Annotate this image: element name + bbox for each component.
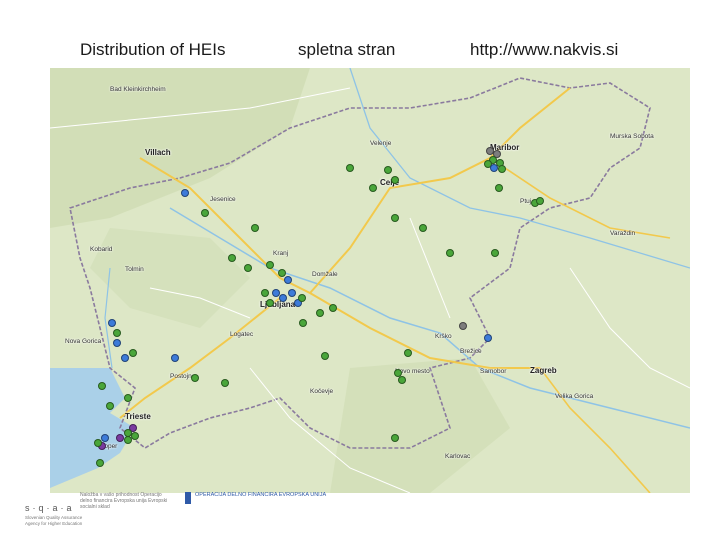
place-label: Kobarid (90, 246, 113, 253)
place-label: Velenje (370, 140, 392, 147)
place-label: Villach (145, 148, 171, 157)
place-label: Nova Gorica (65, 338, 102, 345)
hei-marker-green[interactable] (129, 349, 137, 357)
hei-marker-green[interactable] (498, 165, 506, 173)
hei-marker-green[interactable] (94, 439, 102, 447)
place-label: Kočevje (310, 388, 334, 395)
hei-marker-gray[interactable] (459, 322, 467, 330)
map-background (50, 68, 690, 493)
hei-marker-green[interactable] (124, 436, 132, 444)
hei-marker-green[interactable] (261, 289, 269, 297)
hei-marker-green[interactable] (201, 209, 209, 217)
place-label: Ptuj (520, 198, 532, 205)
place-label: Velika Gorica (555, 393, 594, 400)
hei-marker-blue[interactable] (101, 434, 109, 442)
place-label: Trieste (125, 412, 151, 421)
hei-marker-blue[interactable] (284, 276, 292, 284)
sqaa-logo-subtitle: Slovenian Quality Assurance Agency for H… (25, 515, 83, 526)
eu-flag-icon (185, 492, 191, 504)
place-label: Karlovac (445, 453, 471, 460)
esf-logo-text: Naložba v vašo prihodnost Operacijo deln… (80, 492, 168, 510)
hei-marker-green[interactable] (536, 197, 544, 205)
hei-marker-green[interactable] (266, 299, 274, 307)
hei-marker-green[interactable] (124, 394, 132, 402)
place-label: Varaždin (610, 230, 636, 237)
eu-funding-text: OPERACIJA DELNO FINANCIRA EVROPSKA UNIJA (195, 492, 327, 498)
hei-marker-green[interactable] (316, 309, 324, 317)
hei-marker-blue[interactable] (279, 294, 287, 302)
hei-marker-green[interactable] (98, 382, 106, 390)
hei-marker-green[interactable] (398, 376, 406, 384)
hei-marker-green[interactable] (266, 261, 274, 269)
hei-marker-blue[interactable] (272, 289, 280, 297)
hei-marker-blue[interactable] (113, 339, 121, 347)
place-label: Murska Sobota (610, 133, 654, 140)
place-label: Kranj (273, 250, 289, 257)
place-label: Krško (435, 333, 452, 340)
hei-marker-green[interactable] (404, 349, 412, 357)
hei-marker-blue[interactable] (108, 319, 116, 327)
hei-marker-blue[interactable] (288, 289, 296, 297)
place-label: Logatec (230, 331, 254, 338)
hei-marker-green[interactable] (346, 164, 354, 172)
hei-marker-green[interactable] (491, 249, 499, 257)
hei-marker-blue[interactable] (490, 164, 498, 172)
sqaa-logo: s·q·a·a (25, 503, 75, 513)
hei-marker-blue[interactable] (181, 189, 189, 197)
hei-marker-green[interactable] (113, 329, 121, 337)
hei-marker-green[interactable] (96, 459, 104, 467)
hei-marker-green[interactable] (384, 166, 392, 174)
place-label: Samobor (480, 368, 507, 375)
hei-marker-green[interactable] (244, 264, 252, 272)
heis-title: Distribution of HEIs (80, 40, 226, 59)
place-label: Jesenice (210, 196, 236, 203)
hei-marker-blue[interactable] (171, 354, 179, 362)
hei-marker-green[interactable] (329, 304, 337, 312)
hei-marker-green[interactable] (321, 352, 329, 360)
website-url[interactable]: http://www.nakvis.si (470, 40, 618, 60)
place-label: Tolmin (125, 266, 144, 273)
hei-marker-green[interactable] (419, 224, 427, 232)
place-label: Bad Kleinkirchheim (110, 86, 166, 93)
eu-funding-logo: OPERACIJA DELNO FINANCIRA EVROPSKA UNIJA (185, 492, 326, 512)
hei-marker-green[interactable] (391, 214, 399, 222)
place-label: Zagreb (530, 366, 557, 375)
hei-marker-green[interactable] (391, 176, 399, 184)
hei-marker-green[interactable] (251, 224, 259, 232)
hei-marker-green[interactable] (369, 184, 377, 192)
hei-marker-green[interactable] (191, 374, 199, 382)
place-label: Domžale (312, 271, 338, 278)
website-label: spletna stran (298, 40, 396, 59)
hei-marker-green[interactable] (131, 432, 139, 440)
hei-marker-green[interactable] (298, 294, 306, 302)
hei-distribution-map[interactable]: Bad Kleinkirchheim Villach Jesenice Kobarid… (50, 68, 690, 493)
hei-marker-green[interactable] (299, 319, 307, 327)
hei-marker-green[interactable] (495, 184, 503, 192)
place-label: Brežice (460, 348, 482, 355)
hei-marker-blue[interactable] (484, 334, 492, 342)
hei-marker-green[interactable] (221, 379, 229, 387)
hei-marker-green[interactable] (228, 254, 236, 262)
hei-marker-blue[interactable] (121, 354, 129, 362)
hei-marker-green[interactable] (446, 249, 454, 257)
hei-marker-green[interactable] (391, 434, 399, 442)
hei-marker-purple[interactable] (116, 434, 124, 442)
hei-marker-green[interactable] (106, 402, 114, 410)
